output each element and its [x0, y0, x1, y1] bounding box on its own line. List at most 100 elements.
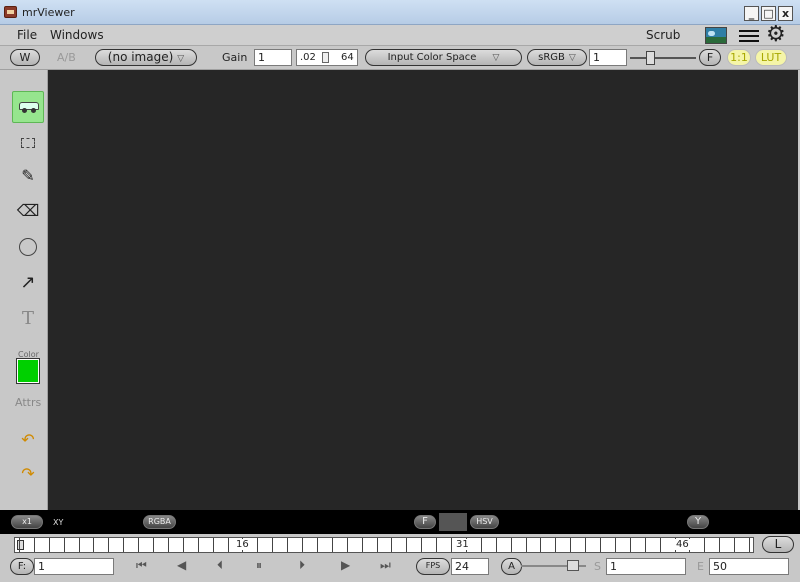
- start-frame-input[interactable]: 1: [606, 558, 686, 575]
- timeline-tick: [317, 538, 318, 552]
- timeline-tick: [451, 538, 452, 552]
- exposure-value: .02: [300, 52, 316, 63]
- scrub-mode-label[interactable]: Scrub: [646, 28, 680, 42]
- luminance-mode-button[interactable]: Y: [687, 515, 709, 529]
- timeline-tick: [93, 538, 94, 552]
- timeline-tick: [34, 538, 35, 552]
- step-forward-button[interactable]: ▶: [341, 558, 350, 572]
- step-forward-icon: ▶: [341, 558, 351, 572]
- fps-label: FPS: [416, 558, 450, 575]
- timeline-tick: [49, 538, 50, 552]
- timeline-tick: [526, 538, 527, 552]
- redo-button[interactable]: ↷: [12, 459, 44, 491]
- exposure-slider-handle[interactable]: [322, 52, 329, 63]
- timeline-tick: [749, 538, 750, 552]
- timeline-tick: [257, 538, 258, 552]
- hamburger-menu-icon[interactable]: [738, 27, 760, 44]
- app-icon: [4, 6, 17, 18]
- close-button[interactable]: x: [778, 6, 793, 21]
- arrow-tool-button[interactable]: ↗: [12, 268, 44, 300]
- text-tool-button[interactable]: T: [12, 304, 44, 336]
- timeline-tick: [511, 538, 512, 552]
- slider-handle[interactable]: [646, 51, 655, 65]
- color-swatch[interactable]: [16, 358, 40, 384]
- image-toolbar: W A/B (no image) ▽ Gain 1 .02 64 Input Co…: [0, 46, 800, 70]
- gain-input[interactable]: 1: [254, 49, 292, 66]
- timeline-tick: [660, 538, 661, 552]
- f-button[interactable]: F: [699, 49, 721, 66]
- timeline-tick: [198, 538, 199, 552]
- image-select-value: (no image): [107, 50, 174, 64]
- timeline-tick: [79, 538, 80, 552]
- image-viewport[interactable]: [48, 70, 798, 510]
- timeline-tick: [630, 538, 631, 552]
- gear-icon[interactable]: ⚙: [766, 24, 786, 46]
- go-to-start-button[interactable]: ⏮: [136, 558, 147, 573]
- timeline-tick: [421, 538, 422, 552]
- undo-icon: ↶: [21, 430, 35, 449]
- lut-button[interactable]: LUT: [755, 49, 787, 66]
- timeline-slider[interactable]: 16 31 46: [14, 537, 754, 553]
- end-frame-label: E: [697, 560, 704, 573]
- stop-icon: ⏸: [256, 558, 263, 572]
- scrub-tool-button[interactable]: [12, 91, 44, 123]
- image-select-dropdown[interactable]: (no image) ▽: [95, 49, 197, 66]
- minimize-button[interactable]: _: [744, 6, 759, 21]
- go-to-end-button[interactable]: ⏭: [380, 558, 391, 573]
- selection-tool-button[interactable]: [12, 127, 44, 159]
- fps-input[interactable]: 24: [451, 558, 489, 575]
- rgba-mode-button[interactable]: RGBA: [143, 515, 176, 529]
- timeline-tick: [123, 538, 124, 552]
- image-thumbnail-icon[interactable]: [705, 27, 727, 44]
- erase-tool-button[interactable]: ⌫: [12, 196, 44, 228]
- display-dropdown[interactable]: sRGB ▽: [527, 49, 587, 66]
- maximize-button[interactable]: □: [761, 6, 776, 21]
- undo-button[interactable]: ↶: [12, 425, 44, 457]
- volume-slider-handle[interactable]: [567, 560, 579, 571]
- input-color-space-dropdown[interactable]: Input Color Space ▽: [365, 49, 522, 66]
- end-frame-input[interactable]: 50: [709, 558, 789, 575]
- timeline-tick: [391, 538, 392, 552]
- timeline-tick: [64, 538, 65, 552]
- step-back-icon: ◀: [177, 558, 187, 572]
- attrs-button[interactable]: Attrs: [15, 396, 41, 409]
- play-backward-icon: ⏴: [217, 558, 224, 572]
- timeline-tick: [153, 538, 154, 552]
- timeline-tick: [347, 538, 348, 552]
- step-back-button[interactable]: ◀: [177, 558, 186, 572]
- gamma-value: 64: [341, 52, 354, 63]
- audio-button[interactable]: A: [501, 558, 522, 575]
- loop-button[interactable]: L: [762, 536, 794, 553]
- pencil-icon: ✎: [21, 166, 35, 185]
- menu-windows[interactable]: Windows: [50, 28, 104, 42]
- hsv-mode-button[interactable]: HSV: [470, 515, 499, 529]
- timeline-tick: [332, 538, 333, 552]
- pixel-info-bar: x1 XY RGBA F HSV Y: [0, 510, 800, 534]
- menu-file[interactable]: File: [17, 28, 37, 42]
- frame-label: F:: [10, 558, 34, 575]
- exposure-gamma-slider[interactable]: .02 64: [296, 49, 358, 66]
- play-forward-button[interactable]: ⏵: [299, 558, 305, 573]
- timeline-tick: [540, 538, 541, 552]
- tool-panel: ✎ ⌫ ↗ T Color Attrs ↶ ↷: [0, 70, 48, 510]
- pixel-f-button[interactable]: F: [414, 515, 436, 529]
- draw-tool-button[interactable]: ✎: [12, 161, 44, 193]
- stop-button[interactable]: ⏸: [256, 558, 262, 573]
- volume-slider[interactable]: [521, 559, 586, 573]
- frame-input[interactable]: 1: [34, 558, 114, 575]
- arrow-icon: ↗: [20, 272, 36, 293]
- timeline-tick: [183, 538, 184, 552]
- zoom-button[interactable]: x1: [11, 515, 43, 529]
- wipe-button[interactable]: W: [10, 49, 40, 66]
- circle-tool-button[interactable]: [12, 232, 44, 264]
- timeline-tick: [436, 538, 437, 552]
- ab-compare-button[interactable]: A/B: [57, 51, 76, 64]
- one-to-one-button[interactable]: 1:1: [727, 49, 751, 66]
- display-gamma-input[interactable]: 1: [589, 49, 627, 66]
- timeline-tick: [287, 538, 288, 552]
- timeline-tick: [108, 538, 109, 552]
- play-backward-button[interactable]: ⏴: [217, 558, 223, 573]
- redo-icon: ↷: [21, 464, 35, 483]
- display-gamma-slider[interactable]: [630, 51, 696, 65]
- timeline-tick: [138, 538, 139, 552]
